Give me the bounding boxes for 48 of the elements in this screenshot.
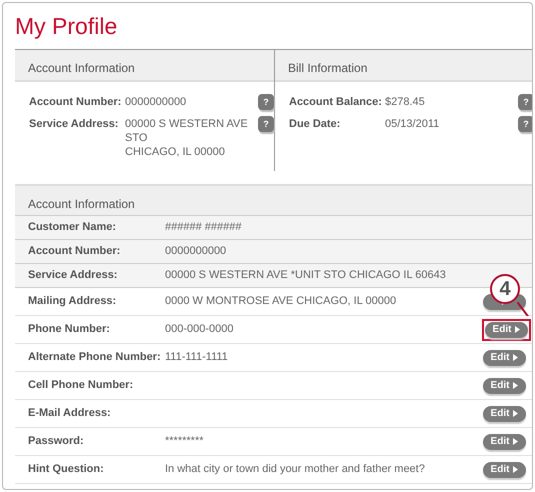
field-value: STO (125, 131, 148, 145)
field-label: Alternate Phone Number: (28, 350, 162, 366)
field-label: Cell Phone Number: (28, 378, 134, 394)
field-label: Customer Name: (28, 220, 118, 236)
edit-button[interactable]: Edit (483, 378, 526, 394)
help-button[interactable]: ? (258, 116, 274, 132)
section-header: Account Information (15, 186, 532, 216)
field-label: Service Address: (28, 268, 118, 284)
help-button[interactable]: ? (258, 94, 274, 110)
field-label: E-Mail Address: (28, 406, 112, 422)
field-value: 00000 S WESTERN AVE (125, 117, 249, 131)
field-label: Hint Question: (28, 462, 105, 478)
field-value: 05/13/2011 (385, 117, 440, 131)
edit-button[interactable]: Edit (483, 462, 526, 478)
play-icon (515, 326, 520, 333)
play-icon (513, 382, 518, 389)
edit-button[interactable]: Edit (483, 350, 526, 366)
field-value: 111-111-1111 (165, 350, 229, 366)
edit-button[interactable]: Edit (485, 322, 528, 338)
field-value: 000-000-0000 (165, 322, 235, 338)
field-value: In what city or town did your mother and father meet? (165, 462, 426, 478)
field-label: Account Number: (29, 95, 122, 110)
section-header: Bill Information (275, 50, 532, 82)
field-label: Password: (28, 434, 85, 450)
play-icon (513, 410, 518, 417)
edit-button[interactable]: Edit (483, 406, 526, 422)
field-value: 00000 S WESTERN AVE *UNIT STO CHICAGO IL 60643 (165, 268, 447, 284)
field-label: Account Number: (28, 244, 122, 260)
field-label: Due Date: (289, 117, 342, 132)
field-value: $278.45 (385, 95, 426, 109)
field-label: Account Balance: (289, 95, 383, 110)
section-header: Account Information (15, 50, 274, 82)
play-icon (513, 354, 518, 361)
field-value: ###### ###### (165, 220, 242, 236)
play-icon (513, 438, 518, 445)
field-value: 0000000000 (125, 95, 188, 109)
field-value: 0000000000 (165, 244, 228, 260)
help-button[interactable]: ? (518, 116, 532, 132)
field-label: Service Address: (29, 117, 120, 132)
field-label: Mailing Address: (28, 294, 118, 310)
edit-button[interactable]: Edit (483, 434, 526, 450)
play-icon (513, 466, 518, 473)
help-button[interactable]: ? (518, 94, 532, 110)
field-value: CHICAGO, IL 00000 (125, 145, 226, 159)
page-title: My Profile (15, 12, 118, 41)
field-value: 0000 W MONTROSE AVE CHICAGO, IL 00000 (165, 294, 398, 310)
field-value: ********* (165, 434, 205, 450)
field-label: Phone Number: (28, 322, 111, 338)
